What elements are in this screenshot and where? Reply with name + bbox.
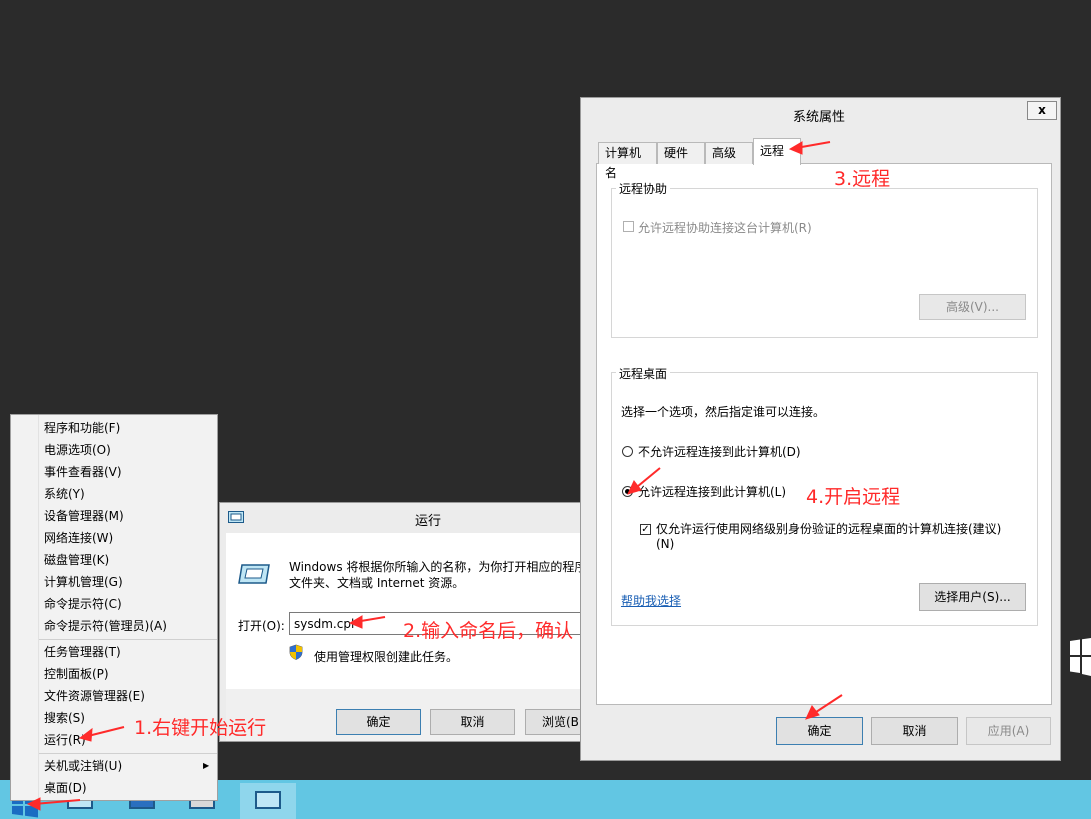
arrowhead-remote-tab bbox=[788, 141, 803, 155]
arrowhead-input bbox=[348, 615, 363, 629]
arrowhead-run-item bbox=[78, 727, 93, 742]
arrowhead-ok bbox=[805, 705, 820, 720]
arrowhead-radio bbox=[627, 480, 642, 495]
annotation-arrows bbox=[26, 141, 843, 811]
arrowhead-start bbox=[26, 797, 41, 811]
arrow-to-start bbox=[33, 799, 81, 805]
